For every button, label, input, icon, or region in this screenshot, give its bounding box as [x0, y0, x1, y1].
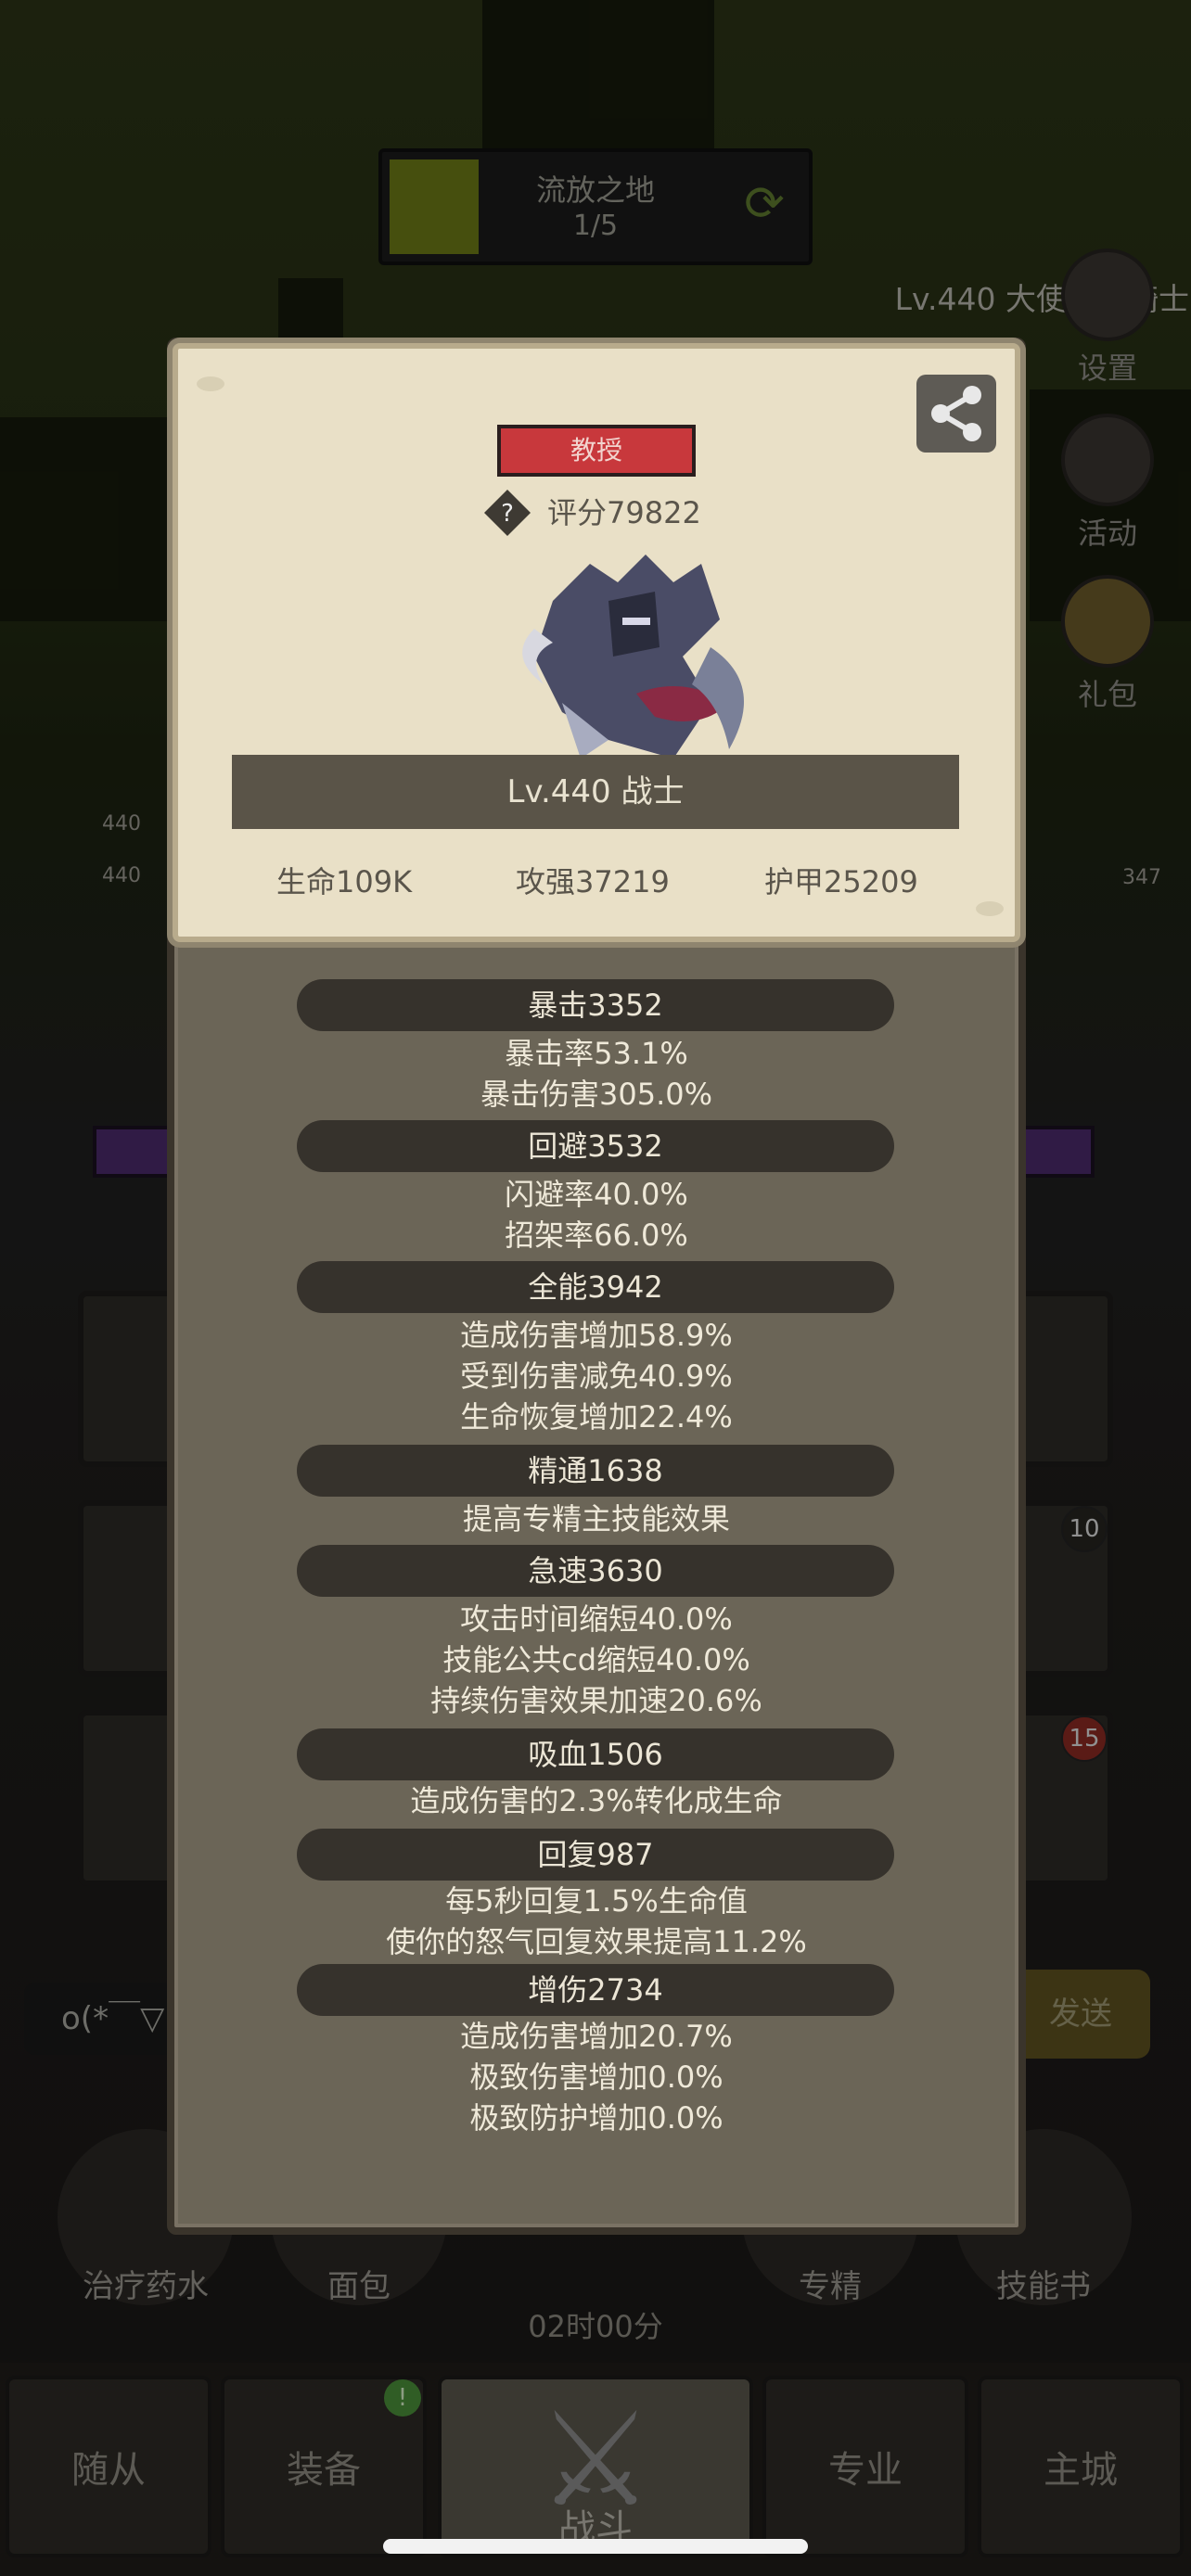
crit-header: 暴击3352	[297, 979, 894, 1031]
character-name-bar: Lv.440 战士	[232, 755, 959, 829]
stat-line: 暴击率53.1%	[505, 1036, 688, 1071]
stat-line: 招架率66.0%	[505, 1218, 688, 1253]
mastery-header: 精通1638	[297, 1445, 894, 1497]
damage-bonus-header: 增伤2734	[297, 1964, 894, 2016]
stat-line: 攻击时间缩短40.0%	[460, 1601, 733, 1637]
parchment-speck	[197, 376, 224, 391]
home-indicator[interactable]	[383, 2539, 808, 2554]
stat-line: 造成伤害增加20.7%	[460, 2019, 733, 2054]
share-icon	[931, 386, 981, 441]
stat-line: 每5秒回复1.5%生命值	[445, 1883, 748, 1919]
attack-power-stat: 攻强37219	[516, 864, 670, 899]
stat-line: 生命恢复增加22.4%	[460, 1399, 733, 1435]
stat-line: 暴击伤害305.0%	[480, 1077, 713, 1112]
regen-header: 回复987	[297, 1829, 894, 1881]
stat-line: 极致伤害增加0.0%	[469, 2060, 724, 2095]
help-icon[interactable]: ?	[482, 488, 532, 538]
stat-line: 受到伤害减免40.9%	[460, 1358, 733, 1394]
stat-line: 造成伤害增加58.9%	[460, 1318, 733, 1353]
parchment-speck	[976, 901, 1004, 916]
armor-stat: 护甲25209	[764, 864, 918, 899]
stat-line: 持续伤害效果加速20.6%	[430, 1683, 762, 1718]
stat-line: 使你的怒气回复效果提高11.2%	[386, 1924, 807, 1959]
stat-line: 极致防护增加0.0%	[469, 2100, 724, 2136]
stat-line: 提高专精主技能效果	[462, 1501, 730, 1537]
warrior-portrait	[522, 555, 744, 759]
haste-header: 急速3630	[297, 1545, 894, 1597]
rank-badge: 教授	[497, 425, 696, 477]
share-button[interactable]	[916, 375, 996, 453]
versatility-header: 全能3942	[297, 1261, 894, 1313]
stat-line: 造成伤害的2.3%转化成生命	[410, 1783, 783, 1818]
avoidance-header: 回避3532	[297, 1120, 894, 1172]
lifesteal-header: 吸血1506	[297, 1728, 894, 1780]
stat-line: 技能公共cd缩短40.0%	[442, 1642, 750, 1677]
svg-text:?: ?	[501, 500, 514, 528]
stat-line: 闪避率40.0%	[505, 1177, 688, 1212]
hp-stat: 生命109K	[276, 864, 413, 899]
score-label: 评分79822	[547, 495, 701, 530]
